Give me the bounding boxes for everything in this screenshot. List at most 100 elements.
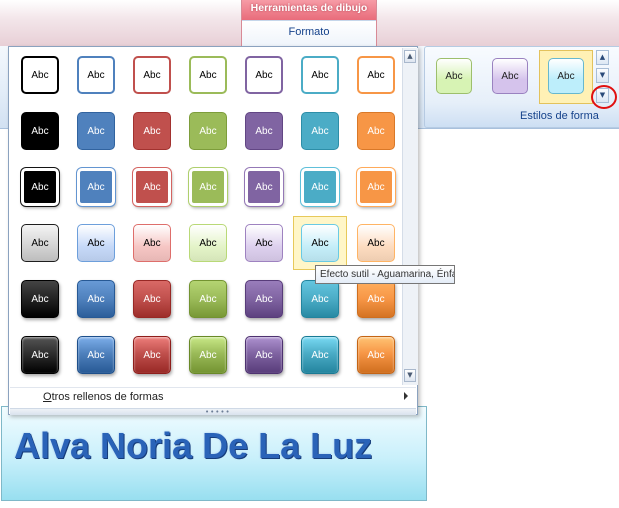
gallery-style-light-1-outline-black[interactable]: Abc: [13, 160, 67, 214]
gallery-style-light-1-outline-blue[interactable]: Abc: [69, 160, 123, 214]
tooltip: Efecto sutil - Aguamarina, Énfasis 5: [315, 265, 455, 284]
chevron-right-icon: [404, 392, 408, 400]
tab-formato[interactable]: Formato: [242, 20, 376, 47]
shape-styles-gallery: Abc Abc Abc Abc Abc Abc Abc Abc Abc Abc Abc Abc Abc A…: [8, 46, 418, 416]
style-swatch-label: Abc: [133, 112, 171, 150]
style-swatch-label: Abc: [245, 336, 283, 374]
gallery-style-subtle-effect-aqua[interactable]: Abc: [293, 216, 347, 270]
style-swatch-label: Abc: [245, 224, 283, 262]
style-swatch-label: Abc: [301, 56, 339, 94]
more-fills-menu-item[interactable]: Otros rellenos de formas: [10, 387, 416, 408]
style-swatch-label: Abc: [357, 56, 395, 94]
style-swatch-label: Abc: [133, 280, 171, 318]
gallery-style-subtle-effect-red[interactable]: Abc: [125, 216, 179, 270]
gallery-scrollbar[interactable]: ▲ ▼: [402, 48, 418, 385]
style-swatch-label: Abc: [77, 336, 115, 374]
gallery-style-colored-fill-blue[interactable]: Abc: [69, 104, 123, 158]
style-swatch-label: Abc: [189, 224, 227, 262]
style-swatch-label: Abc: [21, 168, 59, 206]
style-swatch-label: Abc: [189, 112, 227, 150]
gallery-style-subtle-effect-purple[interactable]: Abc: [237, 216, 291, 270]
more-fills-mnemonic: O: [43, 391, 52, 403]
highlight-circle-annotation: [591, 85, 617, 109]
gallery-scroll-up-button[interactable]: ▲: [404, 50, 416, 63]
style-swatch-label: Abc: [21, 280, 59, 318]
gallery-style-colored-outline-red[interactable]: Abc: [125, 48, 179, 102]
document-text-shape[interactable]: Alva Noria De La Luz: [1, 406, 427, 501]
quick-style-3-selected[interactable]: Abc: [539, 50, 593, 104]
gallery-style-intense-effect-green[interactable]: Abc: [181, 328, 235, 382]
contextual-group-title: Herramientas de dibujo: [250, 2, 368, 14]
style-swatch-label: Abc: [357, 112, 395, 150]
more-fills-label: Otros rellenos de formas: [43, 391, 163, 403]
gallery-resize-grip[interactable]: •••••: [10, 408, 416, 416]
style-swatch-label: Abc: [301, 280, 339, 318]
style-swatch-label: Abc: [189, 336, 227, 374]
style-swatch-label: Abc: [357, 280, 395, 318]
style-swatch-label: Abc: [301, 112, 339, 150]
triangle-down-icon: ▼: [599, 71, 606, 79]
style-swatch-label: Abc: [245, 168, 283, 206]
quick-style-swatch: Abc: [436, 58, 472, 94]
gallery-style-moderate-effect-blue[interactable]: Abc: [69, 272, 123, 326]
style-swatch-label: Abc: [21, 56, 59, 94]
gallery-style-intense-effect-red[interactable]: Abc: [125, 328, 179, 382]
grip-dots-icon: •••••: [205, 408, 231, 416]
gallery-style-colored-outline-aqua[interactable]: Abc: [293, 48, 347, 102]
style-swatch-label: Abc: [133, 56, 171, 94]
gallery-style-colored-outline-green[interactable]: Abc: [181, 48, 235, 102]
gallery-style-colored-fill-green[interactable]: Abc: [181, 104, 235, 158]
gallery-style-light-1-outline-green[interactable]: Abc: [181, 160, 235, 214]
quick-styles-scroll-down[interactable]: ▼: [596, 68, 609, 83]
gallery-style-colored-fill-aqua[interactable]: Abc: [293, 104, 347, 158]
gallery-style-light-1-outline-purple[interactable]: Abc: [237, 160, 291, 214]
quick-style-swatch: Abc: [492, 58, 528, 94]
gallery-style-subtle-effect-black[interactable]: Abc: [13, 216, 67, 270]
triangle-up-icon: ▲: [407, 52, 413, 60]
gallery-style-light-1-outline-red[interactable]: Abc: [125, 160, 179, 214]
style-swatch-label: Abc: [189, 168, 227, 206]
gallery-style-colored-outline-purple[interactable]: Abc: [237, 48, 291, 102]
gallery-style-colored-fill-purple[interactable]: Abc: [237, 104, 291, 158]
gallery-style-intense-effect-black[interactable]: Abc: [13, 328, 67, 382]
gallery-style-colored-outline-blue[interactable]: Abc: [69, 48, 123, 102]
gallery-style-moderate-effect-black[interactable]: Abc: [13, 272, 67, 326]
gallery-style-intense-effect-orange[interactable]: Abc: [349, 328, 403, 382]
gallery-style-moderate-effect-red[interactable]: Abc: [125, 272, 179, 326]
style-swatch-label: Abc: [301, 224, 339, 262]
gallery-scroll-down-button[interactable]: ▼: [404, 369, 416, 382]
document-wordart-text: Alva Noria De La Luz: [14, 425, 373, 466]
style-swatch-label: Abc: [301, 168, 339, 206]
style-swatch-label: Abc: [245, 280, 283, 318]
gallery-style-intense-effect-aqua[interactable]: Abc: [293, 328, 347, 382]
style-swatch-label: Abc: [77, 224, 115, 262]
style-swatch-label: Abc: [21, 336, 59, 374]
gallery-style-moderate-effect-green[interactable]: Abc: [181, 272, 235, 326]
gallery-style-light-1-outline-aqua[interactable]: Abc: [293, 160, 347, 214]
gallery-style-moderate-effect-purple[interactable]: Abc: [237, 272, 291, 326]
gallery-style-colored-outline-black[interactable]: Abc: [13, 48, 67, 102]
triangle-down-icon: ▼: [407, 371, 413, 379]
group-label-estilos-de-forma: Estilos de forma: [520, 110, 599, 122]
gallery-style-colored-fill-red[interactable]: Abc: [125, 104, 179, 158]
quick-styles-scroll-up[interactable]: ▲: [596, 50, 609, 65]
quick-style-1[interactable]: Abc: [427, 50, 481, 104]
style-swatch-label: Abc: [77, 112, 115, 150]
style-swatch-label: Abc: [133, 224, 171, 262]
gallery-style-subtle-effect-orange[interactable]: Abc: [349, 216, 403, 270]
style-swatch-label: Abc: [77, 168, 115, 206]
style-swatch-label: Abc: [245, 112, 283, 150]
gallery-style-colored-fill-black[interactable]: Abc: [13, 104, 67, 158]
gallery-style-subtle-effect-blue[interactable]: Abc: [69, 216, 123, 270]
gallery-style-colored-outline-orange[interactable]: Abc: [349, 48, 403, 102]
contextual-tab-group: Herramientas de dibujo Formato: [241, 0, 377, 47]
quick-style-2[interactable]: Abc: [483, 50, 537, 104]
gallery-style-colored-fill-orange[interactable]: Abc: [349, 104, 403, 158]
gallery-style-intense-effect-blue[interactable]: Abc: [69, 328, 123, 382]
style-swatch-label: Abc: [77, 56, 115, 94]
style-swatch-label: Abc: [189, 280, 227, 318]
gallery-style-intense-effect-purple[interactable]: Abc: [237, 328, 291, 382]
style-swatch-label: Abc: [189, 56, 227, 94]
gallery-style-subtle-effect-green[interactable]: Abc: [181, 216, 235, 270]
gallery-style-light-1-outline-orange[interactable]: Abc: [349, 160, 403, 214]
